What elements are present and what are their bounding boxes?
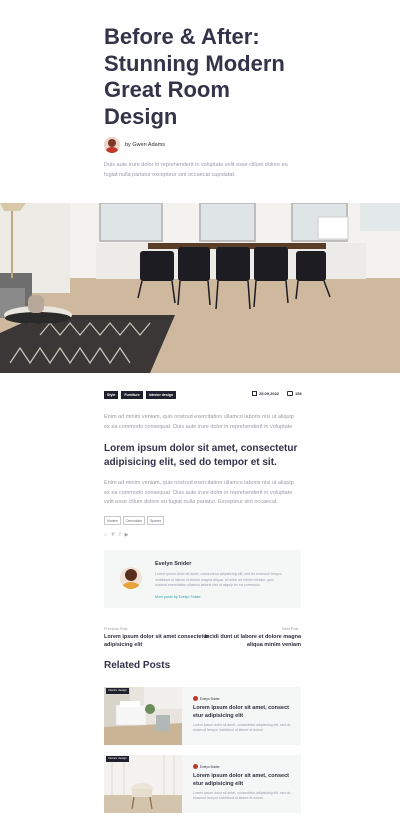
link-icon[interactable]: ○ xyxy=(104,533,107,538)
related-post-card[interactable]: Interior design Evelyn Snider Lorem ipsu… xyxy=(104,755,301,813)
related-post-title[interactable]: Lorem ipsum dolor sit amet, consect etur… xyxy=(193,772,298,788)
related-post-badge[interactable]: Interior design xyxy=(106,688,130,694)
author-name: by Gwen Adams xyxy=(125,142,166,148)
comment-icon xyxy=(287,391,294,396)
related-post-author: Evelyn Snider xyxy=(193,764,220,769)
article-paragraph-2: Enim ad minim veniam, quis nostrud exerc… xyxy=(104,480,294,505)
article-title: Before & After: Stunning Modern Great Ro… xyxy=(104,24,285,129)
author-box-link[interactable]: More posts by Evelyn Snider xyxy=(155,595,201,599)
related-post-title[interactable]: Lorem ipsum dolor sit amet, consect etur… xyxy=(193,704,298,720)
keyword-tag[interactable]: Decoration xyxy=(123,516,146,525)
article-paragraph-1: Enim ad minim veniam, quis nostrud exerc… xyxy=(104,414,294,430)
related-post-badge[interactable]: Interior design xyxy=(106,756,130,762)
author-box-name[interactable]: Evelyn Snider xyxy=(155,561,191,567)
facebook-icon[interactable]: f xyxy=(119,533,120,538)
author-box: Evelyn Snider Lorem ipsum dolor sit amet… xyxy=(104,550,301,608)
related-post-author: Evelyn Snider xyxy=(193,696,220,701)
comment-count[interactable]: 156 xyxy=(295,391,302,396)
article-subheading: Lorem ipsum dolor sit amet, consectetur … xyxy=(104,443,298,468)
related-post-image[interactable]: Interior design xyxy=(104,687,182,745)
keyword-tags: Modern Decoration Spaces xyxy=(104,516,165,525)
calendar-icon xyxy=(252,391,257,396)
twitter-icon[interactable]: 𝓥 xyxy=(111,533,115,538)
category-tags: Style Furniture Interior design xyxy=(104,391,177,399)
related-post-card[interactable]: Interior design Evelyn Snider Lorem ipsu… xyxy=(104,687,301,745)
tag-interior-design[interactable]: Interior design xyxy=(145,391,177,399)
share-links: ○ 𝓥 f ▶ xyxy=(104,533,128,538)
author-box-avatar xyxy=(120,567,142,589)
related-post-excerpt: Lorem ipsum dolor sit amet, consectetur … xyxy=(193,723,291,732)
article-author[interactable]: by Gwen Adams xyxy=(104,137,165,153)
related-post-image[interactable]: Interior design xyxy=(104,755,182,813)
next-post-label: Next Post xyxy=(282,627,299,631)
article-intro: Duis aute irure dolor in reprehenderit i… xyxy=(104,162,288,178)
tag-furniture[interactable]: Furniture xyxy=(121,391,143,399)
keyword-tag[interactable]: Spaces xyxy=(147,516,165,525)
related-posts-heading: Related Posts xyxy=(104,660,171,671)
next-post-link[interactable]: Incidi dunt ut labore et dolore magna al… xyxy=(191,633,301,649)
author-avatar xyxy=(193,696,198,701)
keyword-tag[interactable]: Modern xyxy=(104,516,122,525)
youtube-icon[interactable]: ▶ xyxy=(125,533,129,538)
prev-post-label: Previous Post xyxy=(104,627,128,631)
tag-style[interactable]: Style xyxy=(104,391,119,399)
article-date: 25.09.2022 xyxy=(259,391,280,396)
related-post-excerpt: Lorem ipsum dolor sit amet, consectetur … xyxy=(193,791,291,800)
article-meta: 25.09.2022 156 xyxy=(252,391,302,396)
hero-image xyxy=(0,203,400,373)
author-box-bio: Lorem ipsum dolor sit amet, consectetur … xyxy=(155,572,282,587)
author-avatar xyxy=(193,764,198,769)
author-avatar xyxy=(104,137,120,153)
